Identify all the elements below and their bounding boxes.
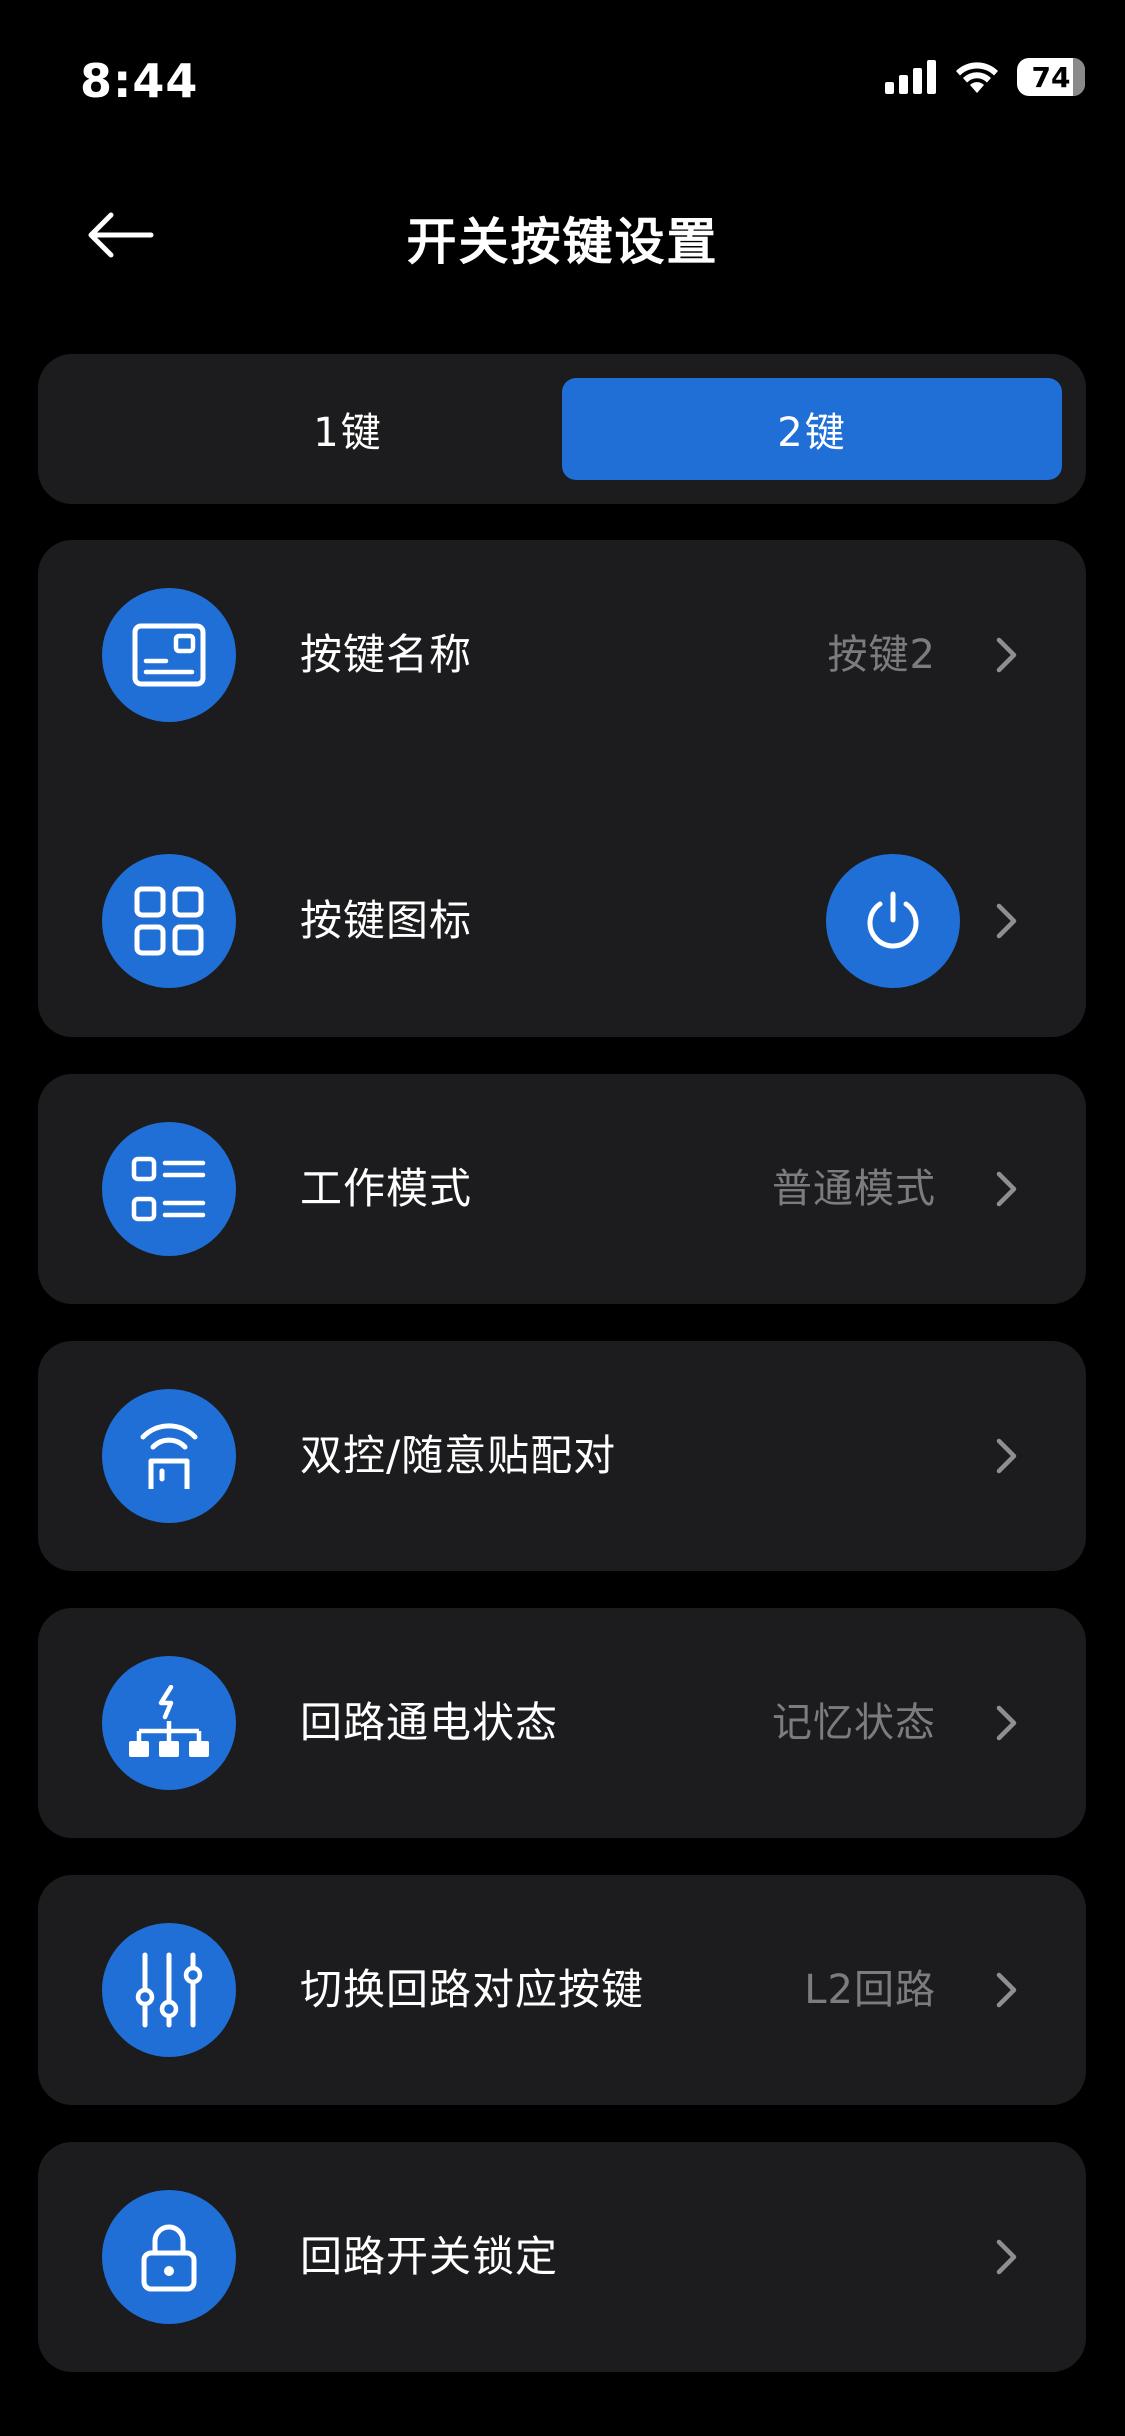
chevron-right-icon (996, 1438, 1017, 1474)
power-state-value: 记忆状态 (772, 1700, 936, 1746)
lock-label: 回路开关锁定 (300, 2232, 559, 2281)
work-mode-card: 工作模式 普通模式 (38, 1074, 1086, 1304)
power-icon (826, 854, 960, 988)
grid-icon (102, 854, 236, 988)
work-mode-row[interactable]: 工作模式 普通模式 (38, 1074, 1086, 1304)
battery-indicator: 74 (1017, 58, 1085, 96)
key-name-label: 按键名称 (300, 630, 473, 679)
tab-1-key[interactable]: 1键 (98, 378, 598, 480)
battery-level: 74 (1031, 60, 1071, 94)
key-name-row[interactable]: 按键名称 按键2 (38, 540, 1086, 770)
chevron-right-icon (996, 1171, 1017, 1207)
chevron-right-icon (996, 2239, 1017, 2275)
key-icon-label: 按键图标 (300, 896, 473, 945)
work-mode-label: 工作模式 (300, 1164, 473, 1213)
pairing-label: 双控/随意贴配对 (300, 1431, 617, 1480)
chevron-right-icon (996, 1705, 1017, 1741)
key-name-value: 按键2 (827, 632, 936, 678)
work-mode-value: 普通模式 (772, 1166, 936, 1212)
switch-circuit-value: L2回路 (804, 1967, 936, 2013)
cellular-signal-icon (885, 60, 936, 94)
chevron-right-icon (996, 1972, 1017, 2008)
chevron-right-icon (996, 903, 1017, 939)
tab-2-key[interactable]: 2键 (562, 378, 1062, 480)
chevron-right-icon (996, 637, 1017, 673)
list-icon (102, 1122, 236, 1256)
switch-circuit-row[interactable]: 切换回路对应按键 L2回路 (38, 1875, 1086, 2105)
wireless-door-icon (102, 1389, 236, 1523)
sliders-icon (102, 1923, 236, 2057)
lock-card: 回路开关锁定 (38, 2142, 1086, 2372)
tab-1-key-label: 1键 (313, 410, 383, 456)
pairing-row[interactable]: 双控/随意贴配对 (38, 1341, 1086, 1571)
header: 开关按键设置 (0, 180, 1125, 290)
tab-2-key-label: 2键 (777, 410, 847, 456)
wifi-icon (956, 62, 998, 93)
status-icons: 74 (885, 58, 1085, 96)
switch-circuit-card: 切换回路对应按键 L2回路 (38, 1875, 1086, 2105)
card-icon (102, 588, 236, 722)
power-state-row[interactable]: 回路通电状态 记忆状态 (38, 1608, 1086, 1838)
power-state-card: 回路通电状态 记忆状态 (38, 1608, 1086, 1838)
page-title: 开关按键设置 (406, 213, 719, 271)
key-settings-card: 按键名称 按键2 按键图标 (38, 540, 1086, 1037)
status-bar: 8:44 74 (0, 0, 1125, 150)
key-count-segmented-control: 1键 2键 (38, 354, 1086, 504)
status-time: 8:44 (80, 54, 199, 108)
power-network-icon (102, 1656, 236, 1790)
key-icon-row[interactable]: 按键图标 (38, 806, 1086, 1036)
power-state-label: 回路通电状态 (300, 1698, 559, 1747)
lock-row[interactable]: 回路开关锁定 (38, 2142, 1086, 2372)
pairing-card: 双控/随意贴配对 (38, 1341, 1086, 1571)
switch-circuit-label: 切换回路对应按键 (300, 1965, 645, 2014)
lock-icon (102, 2190, 236, 2324)
